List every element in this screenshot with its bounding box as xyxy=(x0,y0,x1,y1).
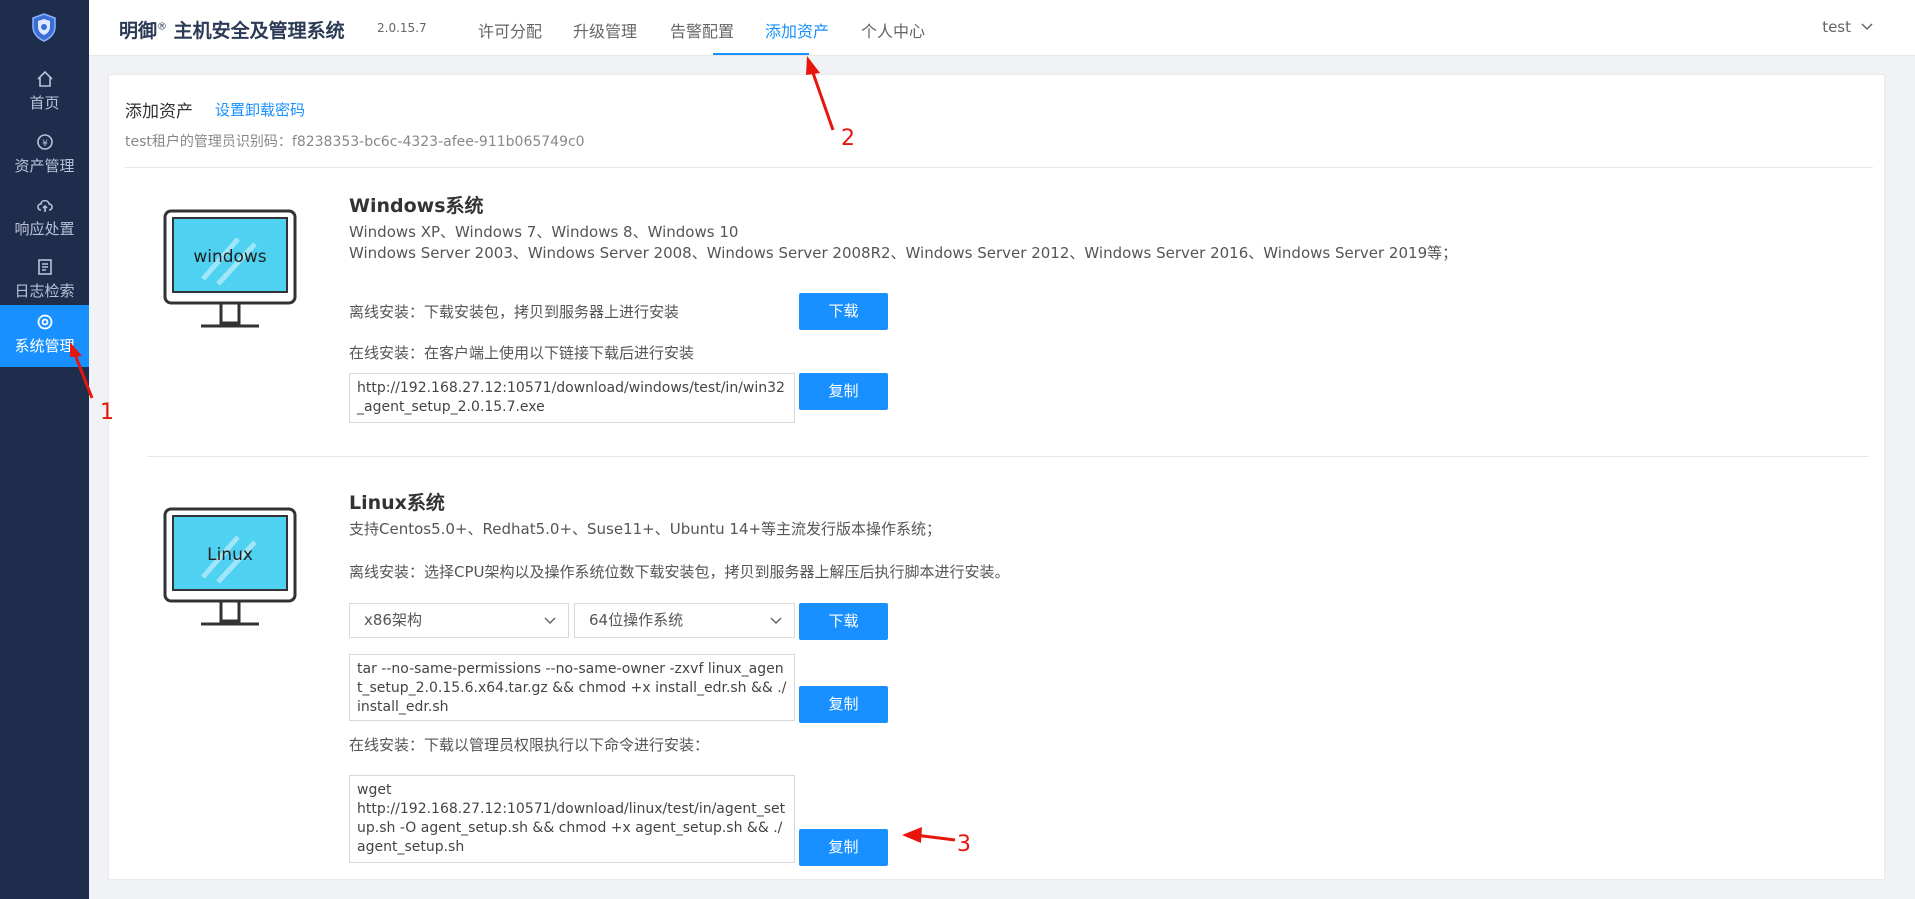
content-card: 添加资产 设置卸载密码 test租户的管理员识别码：f8238353-bc6c-… xyxy=(108,74,1885,880)
os-bits-select-value: 64位操作系统 xyxy=(589,611,684,629)
linux-monitor-label: Linux xyxy=(207,545,253,565)
brand-subtitle: 主机安全及管理系统 xyxy=(173,20,345,42)
tab-add-asset[interactable]: 添加资产 xyxy=(765,18,829,42)
sidebar-item-home[interactable]: 首页 xyxy=(0,62,89,124)
active-tab-indicator xyxy=(713,53,809,55)
svg-text:¥: ¥ xyxy=(42,139,48,149)
annotation-label-2: 2 xyxy=(841,126,855,151)
chevron-down-icon[interactable] xyxy=(1861,22,1873,32)
windows-versions-line1: Windows XP、Windows 7、Windows 8、Windows 1… xyxy=(349,223,739,241)
app-title: 明御® 主机安全及管理系统 xyxy=(119,16,345,43)
os-bits-select[interactable]: 64位操作系统 xyxy=(574,603,795,638)
linux-offline-command[interactable]: tar --no-same-permissions --no-same-owne… xyxy=(349,654,795,721)
annotation-label-3: 3 xyxy=(957,832,971,857)
cloud-upload-icon xyxy=(37,199,53,212)
gear-icon xyxy=(37,314,53,330)
linux-online-command[interactable]: wget http://192.168.27.12:10571/download… xyxy=(349,775,795,863)
linux-online-text: 在线安装：下载以管理员权限执行以下命令进行安装： xyxy=(349,736,710,754)
sidebar: 首页 ¥ 资产管理 响应处置 日志检索 系统管理 xyxy=(0,0,89,899)
top-header: 明御® 主机安全及管理系统 2.0.15.7 许可分配 升级管理 告警配置 添加… xyxy=(89,0,1915,56)
linux-offline-text: 离线安装：选择CPU架构以及操作系统位数下载安装包，拷贝到服务器上解压后执行脚本… xyxy=(349,563,1010,581)
windows-online-text: 在线安装：在客户端上使用以下链接下载后进行安装 xyxy=(349,344,695,362)
chevron-down-icon xyxy=(770,617,782,625)
annotation-label-1: 1 xyxy=(100,400,114,425)
sidebar-item-label: 响应处置 xyxy=(14,220,75,238)
windows-download-button[interactable]: 下载 xyxy=(799,293,888,330)
sidebar-item-label: 资产管理 xyxy=(14,157,75,175)
divider xyxy=(125,167,1873,168)
sidebar-item-system[interactable]: 系统管理 xyxy=(0,305,89,367)
linux-download-button[interactable]: 下载 xyxy=(799,603,888,640)
tab-alert-config[interactable]: 告警配置 xyxy=(670,18,734,42)
sidebar-item-response[interactable]: 响应处置 xyxy=(0,188,89,250)
windows-title: Windows系统 xyxy=(349,195,484,217)
windows-monitor-label: windows xyxy=(193,247,266,267)
linux-monitor-icon: Linux xyxy=(163,507,297,626)
windows-versions-line2: Windows Server 2003、Windows Server 2008、… xyxy=(349,244,1458,262)
set-uninstall-password-link[interactable]: 设置卸载密码 xyxy=(215,99,305,120)
sidebar-item-label: 系统管理 xyxy=(14,337,75,355)
tab-profile[interactable]: 个人中心 xyxy=(861,18,925,42)
shield-logo-icon xyxy=(32,13,56,42)
tab-upgrade[interactable]: 升级管理 xyxy=(573,18,637,42)
tenant-admin-id: test租户的管理员识别码：f8238353-bc6c-4323-afee-91… xyxy=(125,134,585,150)
linux-title: Linux系统 xyxy=(349,492,445,514)
user-menu[interactable]: test xyxy=(1822,18,1851,36)
sidebar-item-logs[interactable]: 日志检索 xyxy=(0,250,89,312)
registered-mark: ® xyxy=(157,21,168,33)
arch-select[interactable]: x86架构 xyxy=(349,603,569,638)
windows-online-url[interactable]: http://192.168.27.12:10571/download/wind… xyxy=(349,373,795,423)
chevron-down-icon xyxy=(544,617,556,625)
windows-monitor-icon: windows xyxy=(163,209,297,328)
arch-select-value: x86架构 xyxy=(364,611,422,629)
page-title: 添加资产 xyxy=(125,102,193,122)
tab-license[interactable]: 许可分配 xyxy=(478,18,542,42)
windows-copy-button[interactable]: 复制 xyxy=(799,373,888,410)
home-icon xyxy=(37,70,53,87)
sidebar-item-label: 日志检索 xyxy=(14,282,75,300)
linux-offline-copy-button[interactable]: 复制 xyxy=(799,686,888,723)
log-icon xyxy=(38,259,52,275)
linux-online-copy-button[interactable]: 复制 xyxy=(799,829,888,866)
brand-name: 明御 xyxy=(119,20,158,42)
windows-offline-text: 离线安装：下载安装包，拷贝到服务器上进行安装 xyxy=(349,303,680,321)
version-label: 2.0.15.7 xyxy=(377,21,427,35)
sidebar-item-assets[interactable]: ¥ 资产管理 xyxy=(0,125,89,187)
linux-support-text: 支持Centos5.0+、Redhat5.0+、Suse11+、Ubuntu 1… xyxy=(349,520,942,538)
sidebar-item-label: 首页 xyxy=(29,94,60,112)
divider xyxy=(147,456,1869,457)
asset-icon: ¥ xyxy=(37,134,53,150)
